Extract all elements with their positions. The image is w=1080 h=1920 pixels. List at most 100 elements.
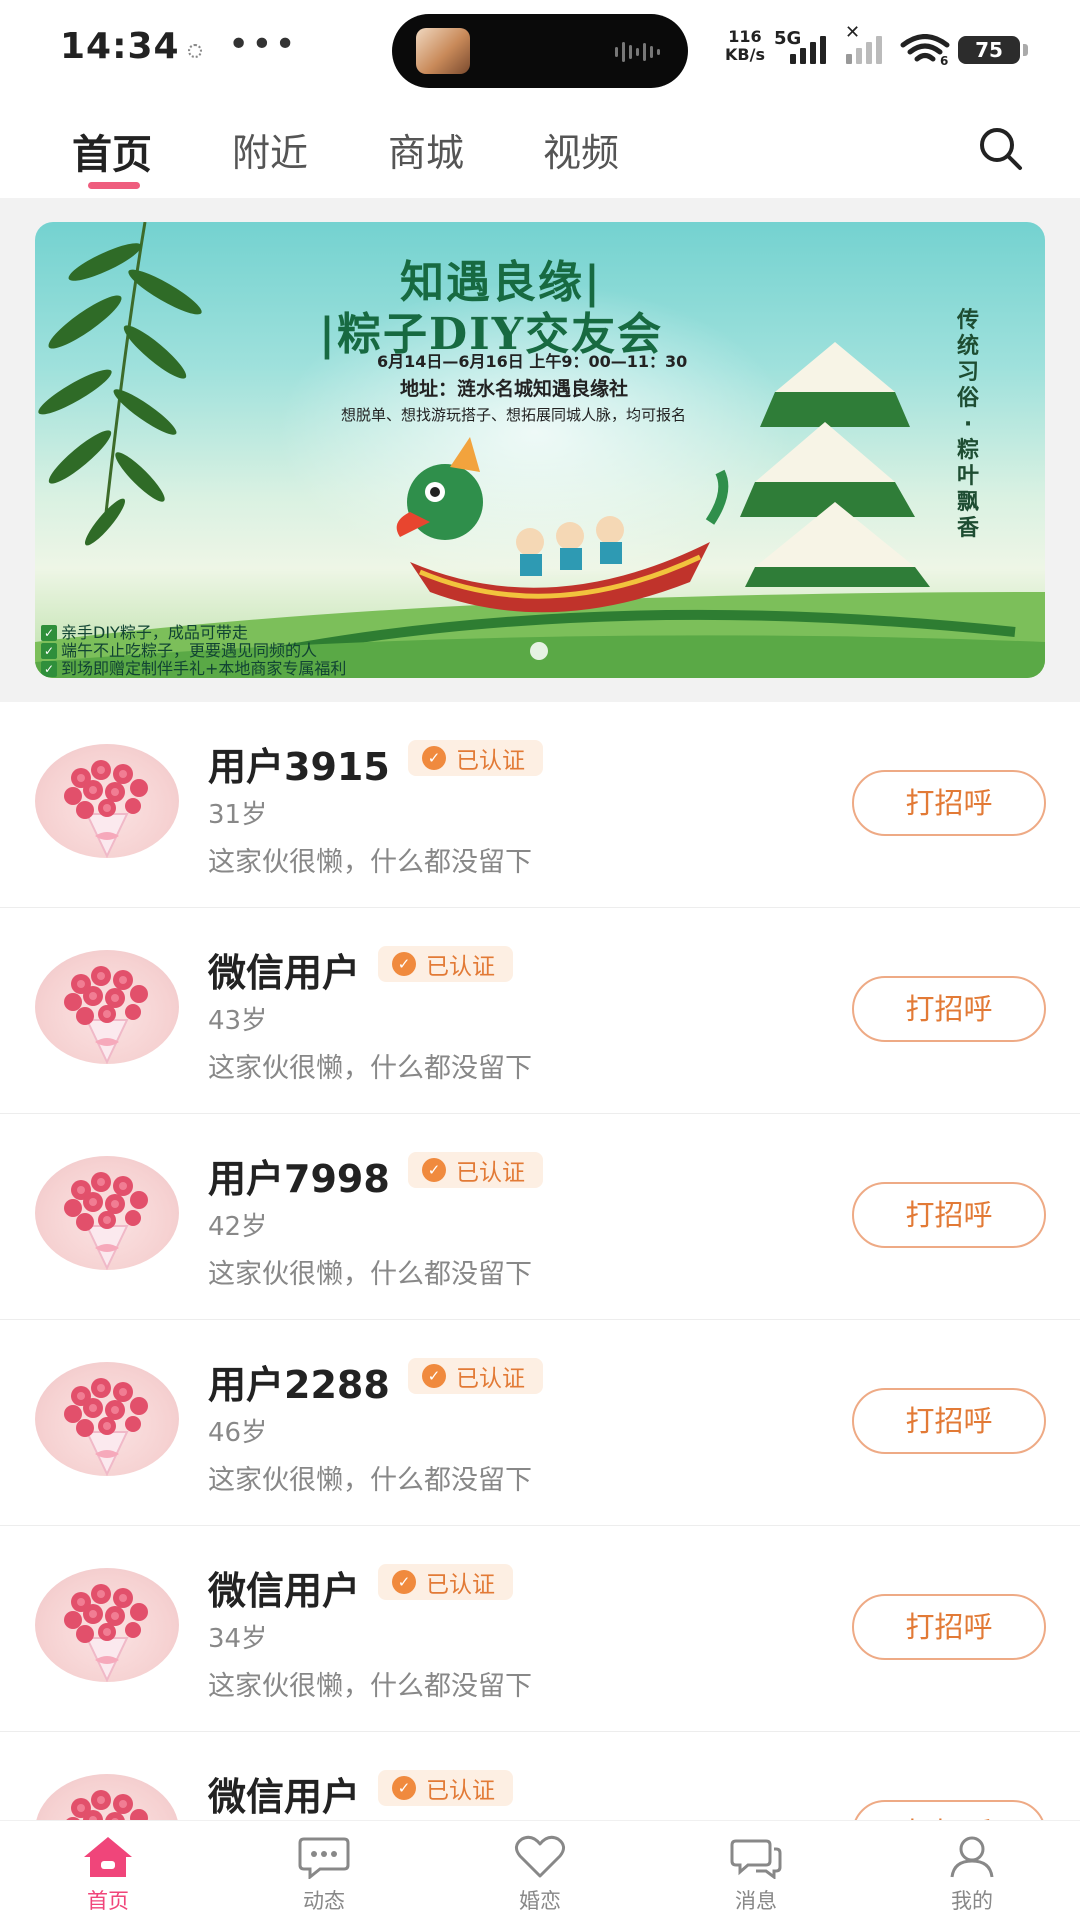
rose-bouquet-image <box>64 760 148 858</box>
nav-dating-label: 婚恋 <box>519 1889 561 1913</box>
banner-date: 6月14日—6月16日 上午9：00—11：30 <box>377 352 688 371</box>
user-age: 34岁 <box>208 1624 268 1654</box>
nav-feed-label: 动态 <box>303 1889 345 1913</box>
user-age: 46岁 <box>208 1418 268 1448</box>
nav-home[interactable]: 首页 <box>48 1829 168 1919</box>
avatar[interactable] <box>35 1774 179 1820</box>
banner-feature: ✓ 亲手DIY粽子，成品可带走 <box>41 624 346 642</box>
banner-address: 地址：涟水名城知遇良缘社 <box>400 378 629 400</box>
dragon-boat-illustration <box>396 437 729 613</box>
tab-video[interactable]: 视频 <box>543 122 619 177</box>
user-row[interactable]: 微信用户 ✓ 已认证打招呼 <box>0 1732 1080 1820</box>
banner-subtitle: 想脱单、想找游玩搭子、想拓展同城人脉，均可报名 <box>341 406 687 424</box>
nav-messages[interactable]: 消息 <box>696 1829 816 1919</box>
verified-badge-label: 已认证 <box>426 954 495 980</box>
verified-badge: ✓ 已认证 <box>408 1152 543 1188</box>
user-age: 43岁 <box>208 1006 268 1036</box>
verified-badge-label: 已认证 <box>426 1778 495 1804</box>
user-bio: 这家伙很懒，什么都没留下 <box>208 1671 532 1702</box>
user-icon <box>950 1836 994 1878</box>
greet-button[interactable]: 打招呼 <box>852 1800 1046 1820</box>
avatar[interactable] <box>35 1362 179 1476</box>
user-row[interactable]: 用户3915 ✓ 已认证 31岁这家伙很懒，什么都没留下 打招呼 <box>0 702 1080 908</box>
avatar[interactable] <box>35 950 179 1064</box>
search-icon[interactable] <box>974 122 1028 176</box>
verified-badge: ✓ 已认证 <box>408 740 543 776</box>
verified-check-icon: ✓ <box>422 1364 446 1388</box>
greet-button[interactable]: 打招呼 <box>852 770 1046 836</box>
user-name[interactable]: 用户7998 <box>208 1148 390 1203</box>
rose-bouquet-image <box>64 1378 148 1476</box>
user-name[interactable]: 用户2288 <box>208 1354 390 1409</box>
banner-feature-text: 端午不止吃粽子，更要遇见同频的人 <box>61 641 318 660</box>
avatar[interactable] <box>35 1156 179 1270</box>
greet-button[interactable]: 打招呼 <box>852 1182 1046 1248</box>
banner-feature-text: 到场即赠定制伴手礼+本地商家专属福利 <box>61 659 347 678</box>
home-icon <box>84 1837 132 1877</box>
user-row[interactable]: 用户2288 ✓ 已认证 46岁这家伙很懒，什么都没留下 打招呼 <box>0 1320 1080 1526</box>
user-name[interactable]: 微信用户 <box>208 942 360 997</box>
user-row[interactable]: 微信用户 ✓ 已认证 43岁 这家伙很懒，什么都没留下 打招呼 <box>0 908 1080 1114</box>
status-more-icon: ••• <box>228 24 298 65</box>
verified-check-icon: ✓ <box>392 1570 416 1594</box>
banner-feature: ✓ 到场即赠定制伴手礼+本地商家专属福利 <box>41 660 346 678</box>
banner-feature-list: ✓ 亲手DIY粽子，成品可带走 ✓ 端午不止吃粽子，更要遇见同频的人 ✓ 到场即赠定制… <box>41 624 346 678</box>
greet-button[interactable]: 打招呼 <box>852 1388 1046 1454</box>
wifi-generation: 6 <box>940 54 948 66</box>
carousel-indicator[interactable] <box>530 642 548 660</box>
user-age: 31岁 <box>208 800 268 830</box>
nav-messages-label: 消息 <box>735 1889 777 1913</box>
verified-badge-label: 已认证 <box>456 1366 525 1392</box>
rose-bouquet-image <box>64 1584 148 1682</box>
zongzi-illustration <box>740 342 930 587</box>
user-row[interactable]: 用户7998 ✓ 已认证 42岁 这家伙很懒，什么都没留下 打招呼 <box>0 1114 1080 1320</box>
rose-bouquet-image <box>66 1790 148 1820</box>
bottom-nav: 首页 动态 婚恋 消息 我的 <box>0 1820 1080 1920</box>
user-name[interactable]: 微信用户 <box>208 1560 360 1615</box>
app-screen: 14:34 ••• 116 KB/s 5G ✕ 6 75 首页 附近 商城 视频… <box>0 0 1080 1920</box>
nav-dating[interactable]: 婚恋 <box>480 1829 600 1919</box>
nav-home-label: 首页 <box>87 1889 129 1913</box>
verified-check-icon: ✓ <box>392 1776 416 1800</box>
greet-button[interactable]: 打招呼 <box>852 1594 1046 1660</box>
avatar[interactable] <box>35 1568 179 1682</box>
user-row[interactable]: 微信用户 ✓ 已认证 34岁 这家伙很懒，什么都没留下 打招呼 <box>0 1526 1080 1732</box>
messages-icon <box>730 1839 782 1879</box>
nav-feed[interactable]: 动态 <box>264 1829 384 1919</box>
tab-home[interactable]: 首页 <box>72 122 152 180</box>
network-speed: 116 KB/s <box>725 28 765 64</box>
nav-profile-label: 我的 <box>951 1889 993 1913</box>
signal-strength-icon <box>790 34 826 64</box>
greet-button[interactable]: 打招呼 <box>852 976 1046 1042</box>
verified-badge: ✓ 已认证 <box>378 946 513 982</box>
signal-strength-2-icon <box>846 34 882 64</box>
user-name[interactable]: 微信用户 <box>208 1766 360 1820</box>
checkbox-icon: ✓ <box>41 625 57 641</box>
user-bio: 这家伙很懒，什么都没留下 <box>208 1465 532 1496</box>
banner-section: 知遇良缘| |粽子DIY交友会 6月14日—6月16日 上午9：00—11：30… <box>0 198 1080 702</box>
verified-check-icon: ✓ <box>392 952 416 976</box>
verified-badge: ✓ 已认证 <box>408 1358 543 1394</box>
top-tab-bar: 首页 附近 商城 视频 <box>0 100 1080 198</box>
now-playing-thumbnail[interactable] <box>416 28 470 74</box>
tab-mall[interactable]: 商城 <box>388 122 464 177</box>
status-time: 14:34 <box>60 26 180 67</box>
bamboo-leaves-illustration <box>38 222 202 546</box>
wifi-icon: 6 <box>900 34 950 66</box>
user-list: 用户3915 ✓ 已认证 31岁 这家伙很懒，什么都没留下 打招呼 微信用户 ✓ 已认证 43岁这… <box>0 702 1080 1820</box>
network-speed-value: 116 <box>728 27 762 46</box>
active-tab-indicator <box>88 182 140 189</box>
banner-feature: ✓ 端午不止吃粽子，更要遇见同频的人 <box>41 642 346 660</box>
avatar[interactable] <box>35 744 179 858</box>
status-bar: 14:34 ••• 116 KB/s 5G ✕ 6 75 <box>0 0 1080 100</box>
verified-check-icon: ✓ <box>422 1158 446 1182</box>
user-bio: 这家伙很懒，什么都没留下 <box>208 847 532 878</box>
checkbox-icon: ✓ <box>41 661 57 677</box>
nav-profile[interactable]: 我的 <box>912 1829 1032 1919</box>
user-name[interactable]: 用户3915 <box>208 736 390 791</box>
verified-check-icon: ✓ <box>422 746 446 770</box>
rose-bouquet-image <box>64 966 148 1064</box>
promo-banner[interactable]: 知遇良缘| |粽子DIY交友会 6月14日—6月16日 上午9：00—11：30… <box>35 222 1045 678</box>
tab-nearby[interactable]: 附近 <box>232 122 308 177</box>
dynamic-island[interactable] <box>392 14 688 88</box>
